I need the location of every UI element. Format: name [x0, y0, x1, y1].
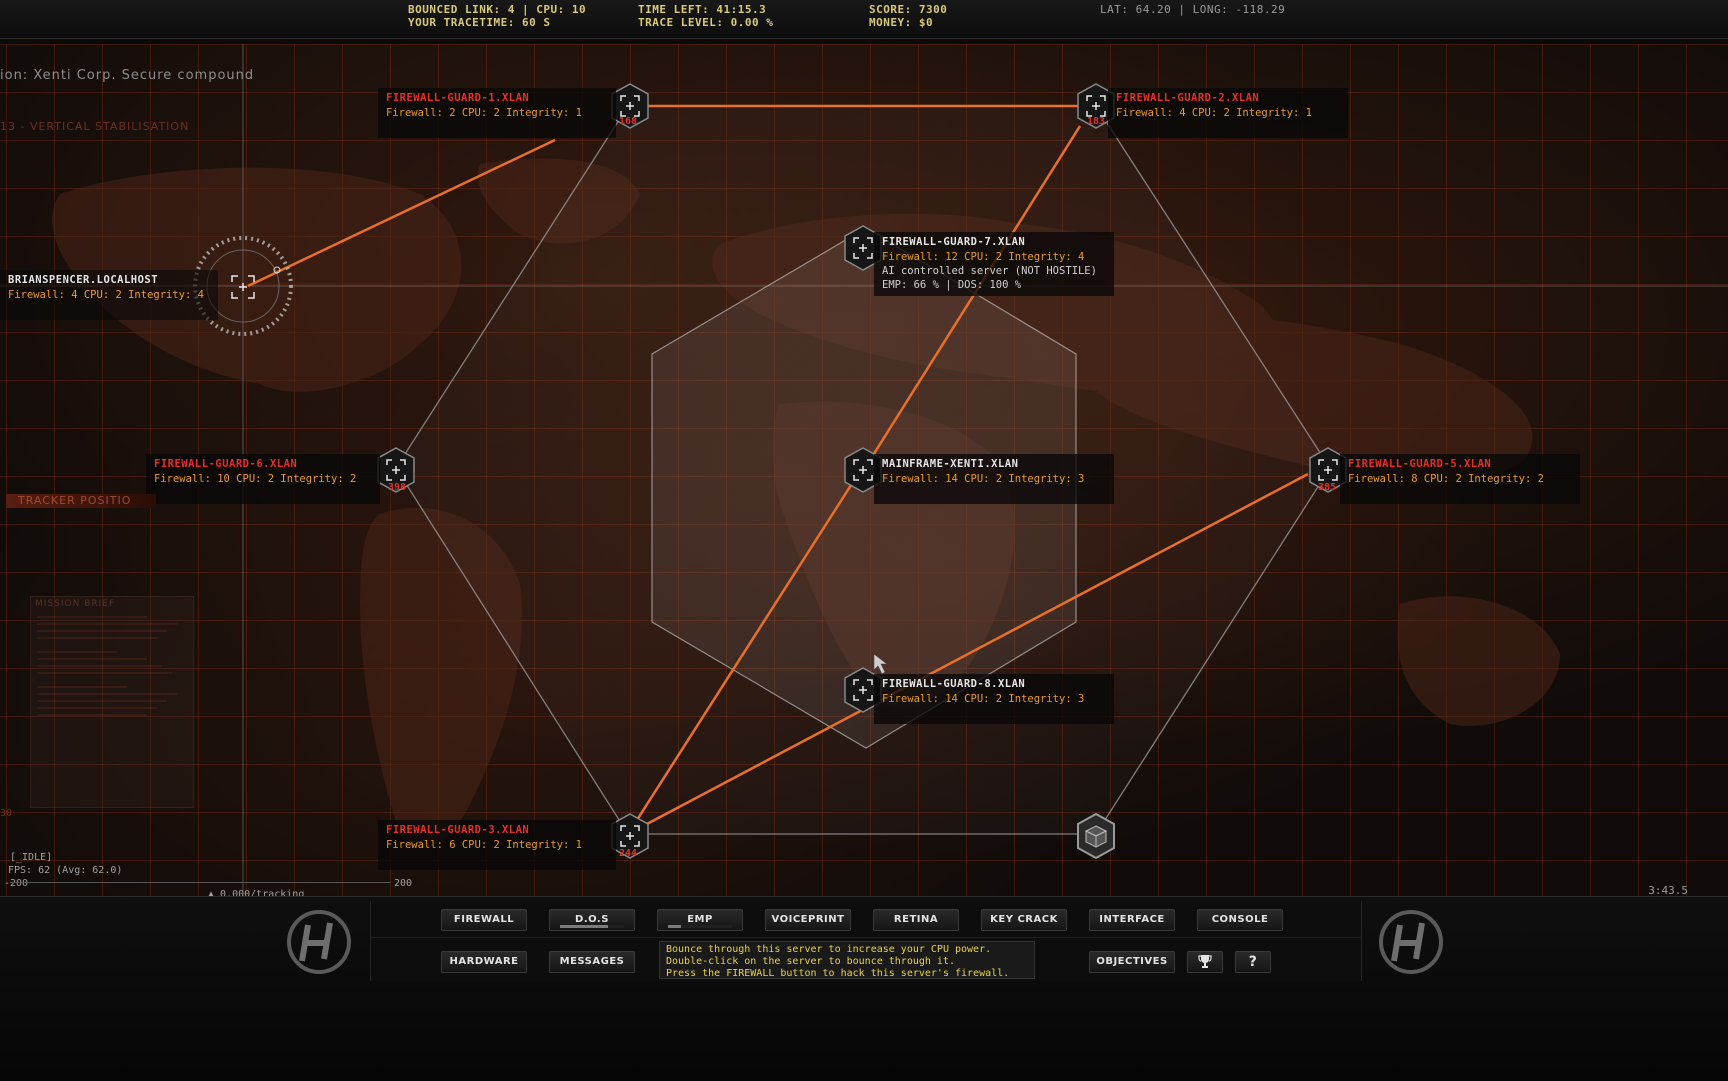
game-logo-right — [1379, 910, 1443, 974]
server-info-box: Bounce through this server to increase y… — [659, 941, 1035, 979]
map-graphics — [0, 44, 1728, 988]
node-num-fg3: 244 — [619, 848, 638, 859]
node-emp-dos-status: EMP: 66 % | DOS: 100 % — [882, 279, 1022, 291]
node-stats: Firewall: 8 CPU: 2 Integrity: 2 — [1348, 473, 1544, 485]
node-ai-status: AI controlled server (NOT HOSTILE) — [882, 265, 1097, 277]
node-name: firewall-guard-5.xlan — [1348, 458, 1492, 470]
key-crack-button[interactable]: Key crack — [981, 909, 1067, 931]
node-stats: Firewall: 10 CPU: 2 Integrity: 2 — [154, 473, 357, 485]
info-line-3: Press the FIREWALL button to hack this s… — [666, 968, 1010, 979]
tracking-slider[interactable] — [10, 882, 390, 883]
bottom-toolbar: Firewall D.O.S EMP Voiceprint Retina Key… — [0, 896, 1728, 1081]
mission-brief-title: Mission brief — [35, 599, 116, 609]
node-fg6[interactable]: firewall-guard-6.xlan Firewall: 10 CPU: … — [146, 454, 380, 504]
server-cube-icon[interactable] — [1074, 812, 1118, 860]
fps-readout: FPS: 62 (Avg: 62.0) — [8, 865, 123, 876]
node-name: firewall-guard-2.xlan — [1116, 92, 1260, 104]
node-name: brianspencer.localhost — [8, 274, 159, 286]
help-icon: ? — [1248, 954, 1258, 970]
node-num-fg1: 168 — [619, 116, 638, 127]
achievements-button[interactable] — [1187, 951, 1223, 973]
node-name: firewall-guard-8.xlan — [882, 678, 1026, 690]
voiceprint-button[interactable]: Voiceprint — [765, 909, 851, 931]
node-stats: Firewall: 4 CPU: 2 Integrity: 1 — [1116, 107, 1312, 119]
node-name: firewall-guard-7.xlan — [882, 236, 1026, 248]
score-readout: Score: 7300 — [869, 3, 948, 16]
mission-subtitle: 13 - Vertical stabilisation — [0, 120, 190, 133]
top-hud: Bounced link: 4 | CPU: 10 Your tracetime… — [0, 0, 1728, 39]
emp-progress — [668, 925, 732, 928]
range-max: 200 — [394, 878, 413, 889]
game-logo-left — [287, 910, 351, 974]
tracker-position-tab[interactable]: Tracker positio — [6, 494, 156, 508]
node-fg2[interactable]: firewall-guard-2.xlan Firewall: 4 CPU: 2… — [1108, 88, 1348, 138]
info-line-2: Double-click on the server to bounce thr… — [666, 956, 955, 967]
dos-progress — [560, 925, 624, 928]
node-icon-home[interactable] — [226, 270, 260, 304]
node-num-fg5: 385 — [1318, 482, 1337, 493]
help-button[interactable]: ? — [1235, 951, 1271, 973]
node-home[interactable]: brianspencer.localhost Firewall: 4 CPU: … — [0, 270, 218, 320]
node-num-fg2: 183 — [1087, 116, 1106, 127]
range-min: -200 — [4, 878, 29, 889]
idle-status: [_IDLE] — [10, 852, 53, 863]
node-stats: Firewall: 12 CPU: 2 Integrity: 4 — [882, 251, 1085, 263]
node-num-fg6: 398 — [388, 482, 407, 493]
node-fg1[interactable]: firewall-guard-1.xlan Firewall: 2 CPU: 2… — [378, 88, 616, 138]
tracetime-readout: Your tracetime: 60 s — [408, 16, 551, 29]
left-edge-value: 30 — [0, 808, 13, 819]
firewall-button[interactable]: Firewall — [441, 909, 527, 931]
node-fg7[interactable]: firewall-guard-7.xlan Firewall: 12 CPU: … — [874, 232, 1114, 296]
network-map[interactable]: ion: Xenti Corp. Secure compound 13 - Ve… — [0, 44, 1728, 988]
node-stats: Firewall: 2 CPU: 2 Integrity: 1 — [386, 107, 582, 119]
info-line-1: Bounce through this server to increase y… — [666, 944, 992, 955]
interface-button[interactable]: Interface — [1089, 909, 1175, 931]
node-name: mainframe-xenti.xlan — [882, 458, 1019, 470]
toolbar-panel: Firewall D.O.S EMP Voiceprint Retina Key… — [370, 901, 1362, 981]
mission-brief-panel: Mission brief — [30, 596, 194, 808]
console-button[interactable]: Console — [1197, 909, 1283, 931]
emp-label: EMP — [687, 914, 713, 925]
node-stats: Firewall: 14 CPU: 2 Integrity: 3 — [882, 473, 1085, 485]
hardware-button[interactable]: Hardware — [441, 951, 527, 973]
node-stats: Firewall: 4 CPU: 2 Integrity: 4 — [8, 289, 204, 301]
trace-level-readout: Trace level: 0.00 % — [638, 16, 774, 29]
node-stats: Firewall: 14 CPU: 2 Integrity: 3 — [882, 693, 1085, 705]
node-stats: Firewall: 6 CPU: 2 Integrity: 1 — [386, 839, 582, 851]
node-name: firewall-guard-6.xlan — [154, 458, 298, 470]
dos-button[interactable]: D.O.S — [549, 909, 635, 931]
bounced-link-readout: Bounced link: 4 | CPU: 10 — [408, 3, 587, 16]
coordinates-readout: LAT: 64.20 | LONG: -118.29 — [1100, 3, 1286, 16]
node-fg5[interactable]: firewall-guard-5.xlan Firewall: 8 CPU: 2… — [1340, 454, 1580, 504]
objectives-button[interactable]: Objectives — [1089, 951, 1175, 973]
node-mainframe[interactable]: mainframe-xenti.xlan Firewall: 14 CPU: 2… — [874, 454, 1114, 504]
trophy-icon — [1198, 955, 1212, 968]
node-fg3[interactable]: firewall-guard-3.xlan Firewall: 6 CPU: 2… — [378, 820, 616, 870]
messages-button[interactable]: Messages — [549, 951, 635, 973]
mission-title: ion: Xenti Corp. Secure compound — [0, 68, 255, 83]
retina-button[interactable]: Retina — [873, 909, 959, 931]
money-readout: Money: $0 — [869, 16, 934, 29]
node-fg8[interactable]: firewall-guard-8.xlan Firewall: 14 CPU: … — [874, 674, 1114, 724]
time-left-readout: Time left: 41:15.3 — [638, 3, 767, 16]
node-name: firewall-guard-3.xlan — [386, 824, 530, 836]
emp-button[interactable]: EMP — [657, 909, 743, 931]
node-name: firewall-guard-1.xlan — [386, 92, 530, 104]
dos-label: D.O.S — [575, 914, 609, 925]
